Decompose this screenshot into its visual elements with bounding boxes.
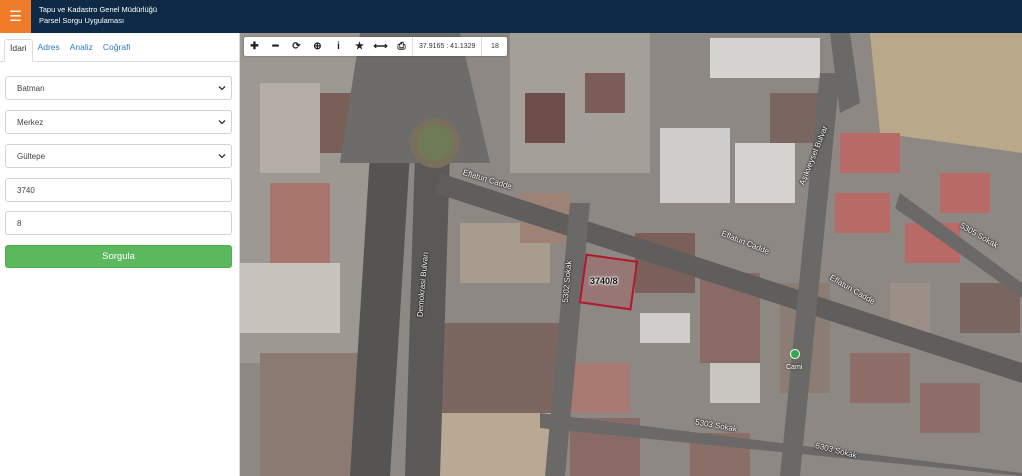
print-button[interactable]: ⎙ <box>391 37 412 56</box>
parcel-input[interactable]: 8 <box>5 211 232 235</box>
app-title-line1: Tapu ve Kadastro Genel Müdürlüğü <box>39 5 157 14</box>
chevron-down-icon <box>218 86 226 91</box>
satellite-imagery <box>240 33 1022 476</box>
sidebar: İdari Adres Analiz Coğrafi Batman Merkez… <box>0 33 240 476</box>
province-select[interactable]: Batman <box>5 76 232 100</box>
tab-cografi[interactable]: Coğrafi <box>98 39 135 62</box>
neighborhood-select[interactable]: Gültepe <box>5 144 232 168</box>
province-value: Batman <box>17 83 45 93</box>
tab-idari[interactable]: İdari <box>4 39 33 62</box>
chevron-down-icon <box>218 154 226 159</box>
app-title-line2: Parsel Sorgu Uygulaması <box>39 16 125 25</box>
block-value: 3740 <box>17 185 35 195</box>
star-icon: ★ <box>355 41 364 52</box>
measure-icon: ⟷ <box>373 41 388 52</box>
refresh-button[interactable]: ⟳ <box>286 37 307 56</box>
district-value: Merkez <box>17 117 44 127</box>
plus-icon: ✚ <box>250 41 259 52</box>
map-view[interactable]: ✚ ━ ⟳ ⊕ i ★ ⟷ ⎙ 37.9165 : 41.1329 18 374… <box>240 33 1022 476</box>
district-select[interactable]: Merkez <box>5 110 232 134</box>
chevron-down-icon <box>218 120 226 125</box>
block-input[interactable]: 3740 <box>5 178 232 202</box>
coordinates-readout: 37.9165 : 41.1329 <box>412 37 481 56</box>
locate-button[interactable]: ⊕ <box>307 37 328 56</box>
info-button[interactable]: i <box>328 37 349 56</box>
minus-icon: ━ <box>272 41 279 52</box>
hamburger-menu-button[interactable]: ☰ <box>0 0 31 33</box>
poi-label: Cami <box>786 364 803 371</box>
query-button[interactable]: Sorgula <box>5 245 232 268</box>
tab-adres[interactable]: Adres <box>33 39 65 62</box>
parcel-value: 8 <box>17 218 22 228</box>
parcel-label: 3740/8 <box>590 276 618 286</box>
measure-button[interactable]: ⟷ <box>370 37 391 56</box>
zoom-out-button[interactable]: ━ <box>265 37 286 56</box>
zoom-level: 18 <box>481 37 507 56</box>
tab-bar: İdari Adres Analiz Coğrafi <box>0 33 239 62</box>
app-title: Tapu ve Kadastro Genel Müdürlüğü Parsel … <box>39 4 157 26</box>
tab-analiz[interactable]: Analiz <box>65 39 98 62</box>
locate-icon: ⊕ <box>313 41 322 52</box>
zoom-in-button[interactable]: ✚ <box>244 37 265 56</box>
app-header: ☰ Tapu ve Kadastro Genel Müdürlüğü Parse… <box>0 0 1022 33</box>
mosque-icon[interactable] <box>790 349 800 359</box>
hamburger-icon: ☰ <box>9 8 22 24</box>
refresh-icon: ⟳ <box>292 41 301 52</box>
print-icon: ⎙ <box>397 41 406 52</box>
map-toolbar: ✚ ━ ⟳ ⊕ i ★ ⟷ ⎙ 37.9165 : 41.1329 18 <box>244 37 508 56</box>
info-icon: i <box>337 41 340 52</box>
favorite-button[interactable]: ★ <box>349 37 370 56</box>
neighborhood-value: Gültepe <box>17 151 46 161</box>
